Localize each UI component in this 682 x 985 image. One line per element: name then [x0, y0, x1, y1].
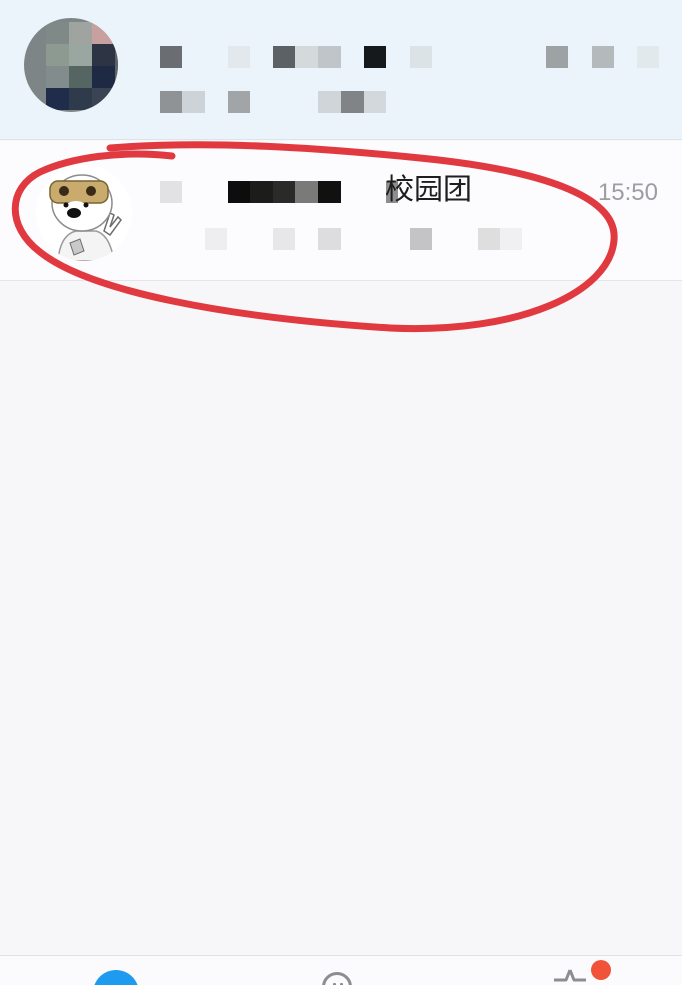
censored-title-block	[228, 181, 250, 203]
censored-name-block	[637, 46, 659, 68]
censored-preview-block	[205, 228, 227, 250]
censored-title-block	[250, 181, 273, 203]
censored-name-block	[160, 46, 182, 68]
cartoon-dog-avatar-icon	[36, 165, 132, 261]
conversation-time: 15:50	[597, 179, 658, 206]
notification-dot	[591, 960, 611, 980]
censored-status-block	[160, 91, 182, 113]
censored-status-block	[364, 91, 386, 113]
censored-title-block	[160, 181, 182, 203]
conversation-row[interactable]: 校园团 15:50	[0, 141, 682, 281]
censored-title-block	[295, 181, 318, 203]
censored-preview-block	[273, 228, 295, 250]
censored-name-block	[410, 46, 432, 68]
censored-name-block	[228, 46, 250, 68]
censored-preview-block	[410, 228, 432, 250]
censored-status-block	[228, 91, 250, 113]
censored-status-block	[318, 91, 341, 113]
chat-bubble-icon[interactable]	[93, 970, 139, 985]
censored-name-block	[273, 46, 295, 68]
censored-preview-block	[478, 228, 500, 250]
censored-status-block	[182, 91, 205, 113]
smiley-face-icon[interactable]	[322, 972, 352, 985]
censored-title-block	[318, 181, 341, 203]
censored-preview-block	[500, 228, 522, 250]
avatar-mosaic	[46, 22, 118, 110]
conversation-avatar[interactable]	[36, 165, 132, 261]
censored-title-block	[273, 181, 295, 203]
profile-header[interactable]	[0, 0, 682, 140]
message-list-screen: 校园团 15:50	[0, 0, 682, 985]
censored-name-block	[364, 46, 386, 68]
censored-status-block	[341, 91, 364, 113]
censored-name-block	[546, 46, 568, 68]
conversation-title: 校园团	[385, 172, 473, 206]
star-icon[interactable]	[553, 968, 587, 985]
censored-name-block	[295, 46, 318, 68]
header-avatar[interactable]	[24, 18, 118, 112]
censored-name-block	[592, 46, 614, 68]
censored-preview-block	[318, 228, 341, 250]
censored-name-block	[318, 46, 341, 68]
